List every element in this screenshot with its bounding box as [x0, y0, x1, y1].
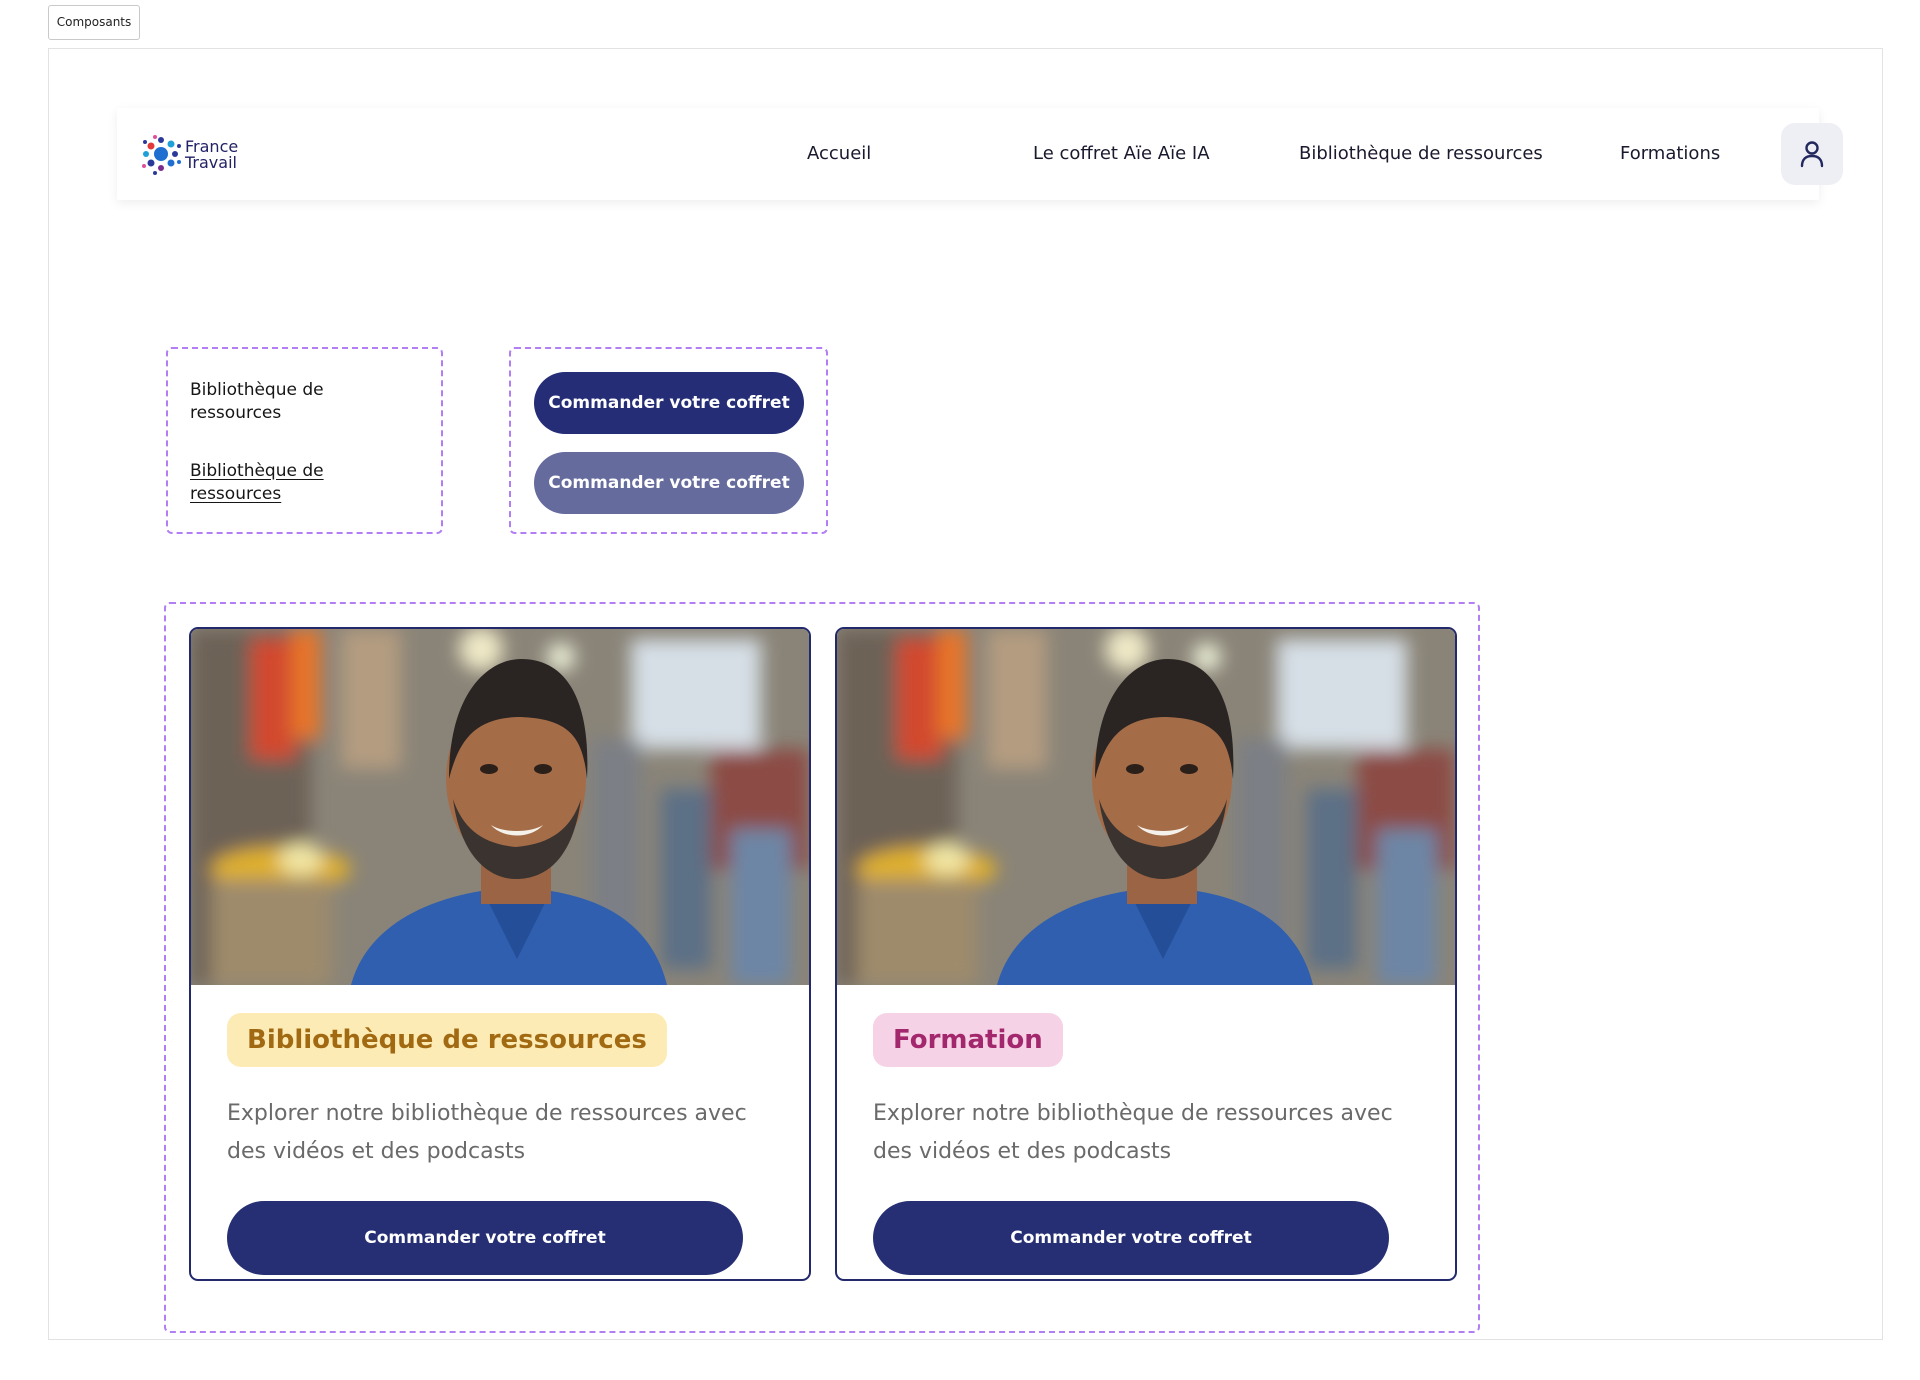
card-photo — [837, 629, 1455, 985]
components-tag: Composants — [48, 5, 140, 40]
order-box-button-hover[interactable]: Commander votre coffret — [534, 452, 804, 514]
user-icon — [1800, 141, 1824, 168]
card-description: Explorer notre bibliothèque de ressource… — [227, 1101, 747, 1164]
logo-text: France Travail — [185, 139, 238, 171]
category-badge: Formation — [873, 1013, 1063, 1067]
library-link-default[interactable]: Bibliothèque de ressources — [190, 379, 380, 425]
portrait-image — [191, 629, 809, 985]
order-box-button[interactable]: Commander votre coffret — [227, 1201, 743, 1275]
portrait-image — [837, 629, 1455, 985]
link-variants-box: Bibliothèque de ressources Bibliothèque … — [166, 347, 443, 534]
user-account-button[interactable] — [1781, 123, 1843, 185]
order-box-button[interactable]: Commander votre coffret — [534, 372, 804, 434]
card-photo — [191, 629, 809, 985]
nav-home[interactable]: Accueil — [807, 138, 871, 170]
components-frame: France Travail Accueil Le coffret Aïe Aï… — [48, 48, 1883, 1340]
site-header: France Travail Accueil Le coffret Aïe Aï… — [117, 108, 1843, 200]
library-link-hover[interactable]: Bibliothèque de ressources — [190, 460, 380, 506]
nav-library[interactable]: Bibliothèque de ressources — [1299, 138, 1543, 170]
formation-card: Formation Explorer notre bibliothèque de… — [835, 627, 1457, 1281]
components-tag-label: Composants — [56, 15, 132, 29]
france-travail-logo[interactable]: France Travail — [139, 128, 259, 180]
logo-dots-icon — [142, 135, 181, 175]
nav-formations[interactable]: Formations — [1620, 138, 1720, 170]
logo-line-2: Travail — [185, 153, 237, 172]
card-variants-box: Bibliothèque de ressources Explorer notr… — [164, 602, 1480, 1333]
resource-card: Bibliothèque de ressources Explorer notr… — [189, 627, 811, 1281]
card-description: Explorer notre bibliothèque de ressource… — [873, 1101, 1393, 1164]
button-variants-box: Commander votre coffret Commander votre … — [509, 347, 828, 534]
nav-coffret[interactable]: Le coffret Aïe Aïe IA — [1033, 138, 1210, 170]
order-box-button[interactable]: Commander votre coffret — [873, 1201, 1389, 1275]
category-badge: Bibliothèque de ressources — [227, 1013, 667, 1067]
